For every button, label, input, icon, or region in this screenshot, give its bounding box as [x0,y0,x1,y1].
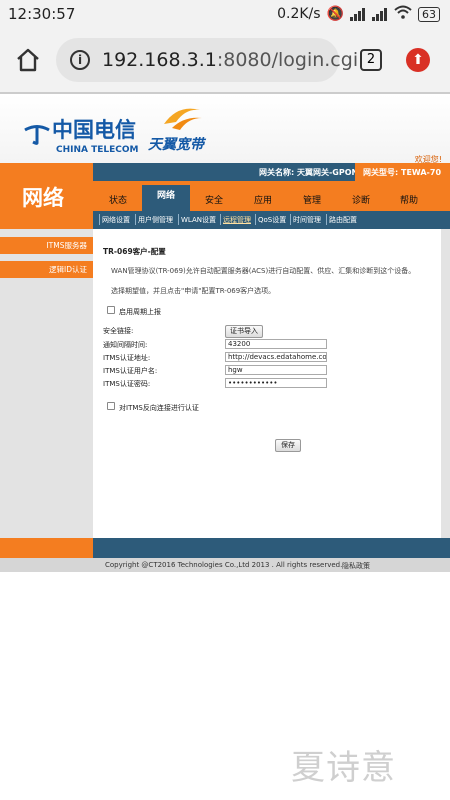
nav-security[interactable]: 安全 [205,193,223,206]
china-telecom-logo: 中国电信 CHINA TELECOM [22,114,139,155]
reverse-auth-checkbox[interactable] [107,402,115,410]
subnav-time[interactable]: 时间管理 [293,215,321,225]
leftmenu-itms-server[interactable]: ITMS服务器 [0,237,93,254]
privacy-policy-link[interactable]: 隐私政策 [342,561,370,571]
network-speed: 0.2K/s [277,6,321,22]
leftmenu-logical-id[interactable]: 逻辑ID认证 [0,261,93,278]
copyright-text: Copyright @CT2016 Technologies Co.,Ltd 2… [105,561,343,569]
form-instruction: 选择期望值，并且点击"申请"配置TR-069客户选项。 [111,287,276,295]
acs-password-input[interactable]: •••••••••••• [225,378,327,388]
save-button[interactable]: 保存 [275,439,301,452]
china-telecom-mark-icon [24,124,50,145]
url-host: 192.168.3.1 [102,49,217,71]
watermark-text: 夏诗意 [291,748,396,788]
nav-help[interactable]: 帮助 [400,193,418,206]
form-description: WAN管理协议(TR-069)允许自动配置服务器(ACS)进行自动配置、供应、汇… [111,267,416,275]
nav-network[interactable]: 网络 [142,185,190,211]
inform-interval-input[interactable]: 43200 [225,339,327,349]
router-page: 中国电信 CHINA TELECOM 天翼宽带 欢迎您! 网络 网关名称: 天翼… [0,92,450,572]
footer-blue-bar [93,538,450,558]
page-banner: 中国电信 CHINA TELECOM 天翼宽带 欢迎您! [0,92,450,164]
china-telecom-en: CHINA TELECOM [56,144,139,155]
tianyi-text: 天翼宽带 [148,137,204,153]
subnav-divider [290,214,291,225]
nav-status[interactable]: 状态 [109,193,127,206]
sub-nav: 网络设置 用户侧管理 WLAN设置 远程管理 QoS设置 时间管理 路由配置 [93,211,450,229]
subnav-network-settings[interactable]: 网络设置 [102,215,130,225]
cert-import-button[interactable]: 证书导入 [225,325,263,338]
subnav-divider [255,214,256,225]
gateway-name: 网关名称: 天翼网关-GPON [259,168,359,177]
acs-password-label: ITMS认证密码: [103,380,151,388]
nav-application[interactable]: 应用 [254,193,272,206]
periodic-inform-label: 启用周期上报 [119,308,161,316]
acs-username-label: ITMS认证用户名: [103,367,158,375]
subnav-divider [220,214,221,225]
status-time: 12:30:57 [8,5,76,23]
url-path: :8080/login.cgi [216,49,359,71]
address-bar[interactable]: i 192.168.3.1:8080/login.cgi [56,38,358,82]
section-title: 网络 [22,186,64,210]
gateway-info-bar: 网关名称: 天翼网关-GPON 网关型号: TEWA-70 [93,163,450,181]
subnav-divider [178,214,179,225]
subnav-routing[interactable]: 路由配置 [329,215,357,225]
form-heading: TR-069客户-配置 [103,247,166,256]
browser-toolbar: i 192.168.3.1:8080/login.cgi 2 ⬆ [0,28,450,92]
acs-username-input[interactable]: hgw [225,365,327,375]
status-bar: 12:30:57 0.2K/s 🔕 63 [0,0,450,28]
gateway-model: 网关型号: TEWA-70 [363,168,442,177]
subnav-remote-management[interactable]: 远程管理 [223,215,251,225]
periodic-inform-checkbox[interactable] [107,306,115,314]
info-icon[interactable]: i [70,50,90,70]
section-title-block: 网络 [0,163,93,229]
battery-icon: 63 [418,6,440,22]
update-arrow-icon[interactable]: ⬆ [406,48,430,72]
nav-diagnosis[interactable]: 诊断 [352,193,370,206]
subnav-divider [99,214,100,225]
tr069-form: TR-069客户-配置 WAN管理协议(TR-069)允许自动配置服务器(ACS… [93,229,441,538]
gateway-model-box: 网关型号: TEWA-70 [355,163,450,181]
china-telecom-cn: 中国电信 [52,117,136,142]
subnav-divider [326,214,327,225]
tab-switcher-button[interactable]: 2 [360,49,382,71]
cell-signal-2-icon [372,7,388,21]
subnav-divider [135,214,136,225]
status-icons: 0.2K/s 🔕 63 [277,5,440,23]
footer-orange-bar [0,538,93,558]
url-text[interactable]: 192.168.3.1:8080/login.cgi [102,49,358,71]
acs-url-label: ITMS认证地址: [103,354,151,362]
tianyi-swirl-icon [164,108,202,130]
home-icon[interactable] [14,46,42,74]
subnav-user-side[interactable]: 用户侧管理 [138,215,173,225]
inform-interval-label: 通知间隔时间: [103,341,148,349]
nav-management[interactable]: 管理 [303,193,321,206]
wifi-icon [394,5,412,23]
cell-signal-icon [350,7,366,21]
security-link-label: 安全链接: [103,327,134,335]
subnav-qos[interactable]: QoS设置 [258,215,286,225]
mute-icon: 🔕 [326,6,344,22]
reverse-auth-label: 对ITMS反向连接进行认证 [119,404,199,412]
copyright-bar: Copyright @CT2016 Technologies Co.,Ltd 2… [0,558,450,572]
subnav-wlan[interactable]: WLAN设置 [181,215,216,225]
acs-url-input[interactable]: http://devacs.edatahome.com:9 [225,352,327,362]
main-nav: 状态 网络 安全 应用 管理 诊断 帮助 [93,181,450,211]
